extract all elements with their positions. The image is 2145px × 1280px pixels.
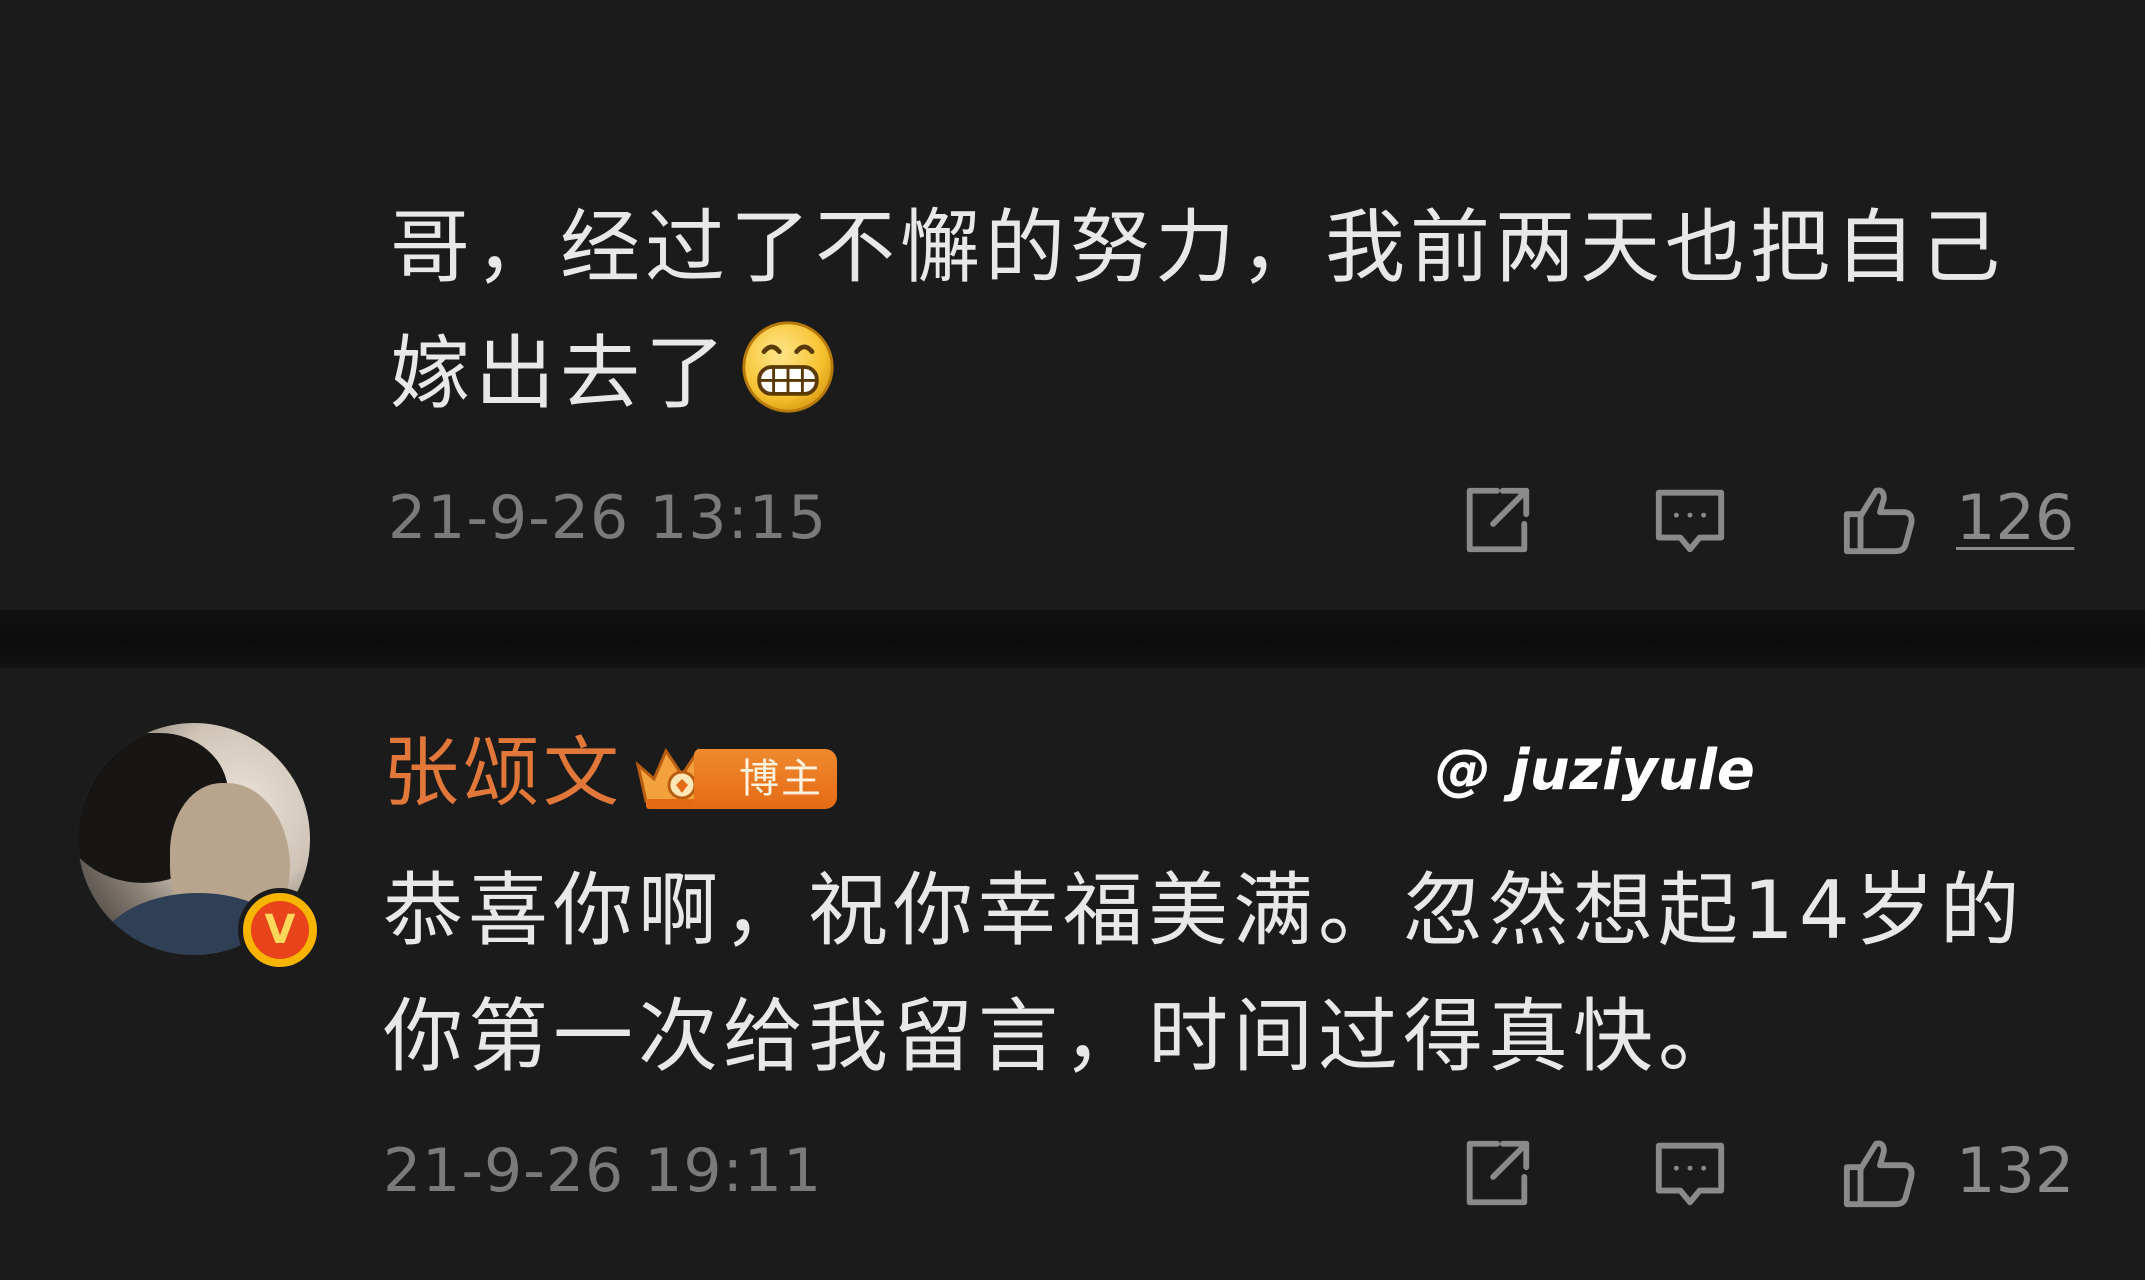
- comment-icon: [1655, 1142, 1725, 1206]
- like-count[interactable]: 132: [1956, 1136, 2074, 1206]
- thumbs-up-icon: [1843, 487, 1915, 555]
- like-button[interactable]: [1835, 475, 1925, 565]
- thumbs-up-icon: [1843, 1140, 1915, 1208]
- watermark: @ juziyule: [1435, 738, 1755, 803]
- grinning-face-icon: [742, 321, 834, 413]
- comment-text: 哥，经过了不懈的努力，我前两天也把自己嫁出去了: [390, 185, 2030, 437]
- comment-divider: [0, 610, 2145, 668]
- v-verified-icon: V: [238, 888, 322, 972]
- comment-timestamp: 21-9-26 13:15: [388, 483, 828, 553]
- reply-button[interactable]: [1645, 475, 1735, 565]
- share-icon: [1466, 487, 1530, 553]
- comment-item: V 张颂文 博主 @ juziyule 恭喜你啊，祝你幸福美满。忽然想起14岁的…: [0, 668, 2145, 1280]
- share-icon: [1466, 1140, 1530, 1206]
- share-button[interactable]: [1452, 475, 1542, 565]
- comment-icon: [1655, 489, 1725, 553]
- reply-button[interactable]: [1645, 1128, 1735, 1218]
- comment-item: 哥，经过了不懈的努力，我前两天也把自己嫁出去了 21-9-26 13:15 12…: [0, 0, 2145, 610]
- like-button[interactable]: [1835, 1128, 1925, 1218]
- like-count[interactable]: 126: [1956, 483, 2074, 553]
- share-button[interactable]: [1452, 1128, 1542, 1218]
- author-badge: 博主: [632, 743, 837, 813]
- comment-text: 恭喜你啊，祝你幸福美满。忽然想起14岁的你第一次给我留言，时间过得真快。: [383, 864, 2025, 1083]
- comment-meta: 21-9-26 19:11 132: [0, 1128, 2145, 1218]
- comment-meta: 21-9-26 13:15 126: [0, 475, 2145, 565]
- author-badge-label: 博主: [694, 749, 837, 809]
- username[interactable]: 张颂文: [383, 728, 623, 818]
- comment-text-body: 哥，经过了不懈的努力，我前两天也把自己嫁出去了: [390, 201, 2005, 420]
- comment-timestamp: 21-9-26 19:11: [383, 1136, 823, 1206]
